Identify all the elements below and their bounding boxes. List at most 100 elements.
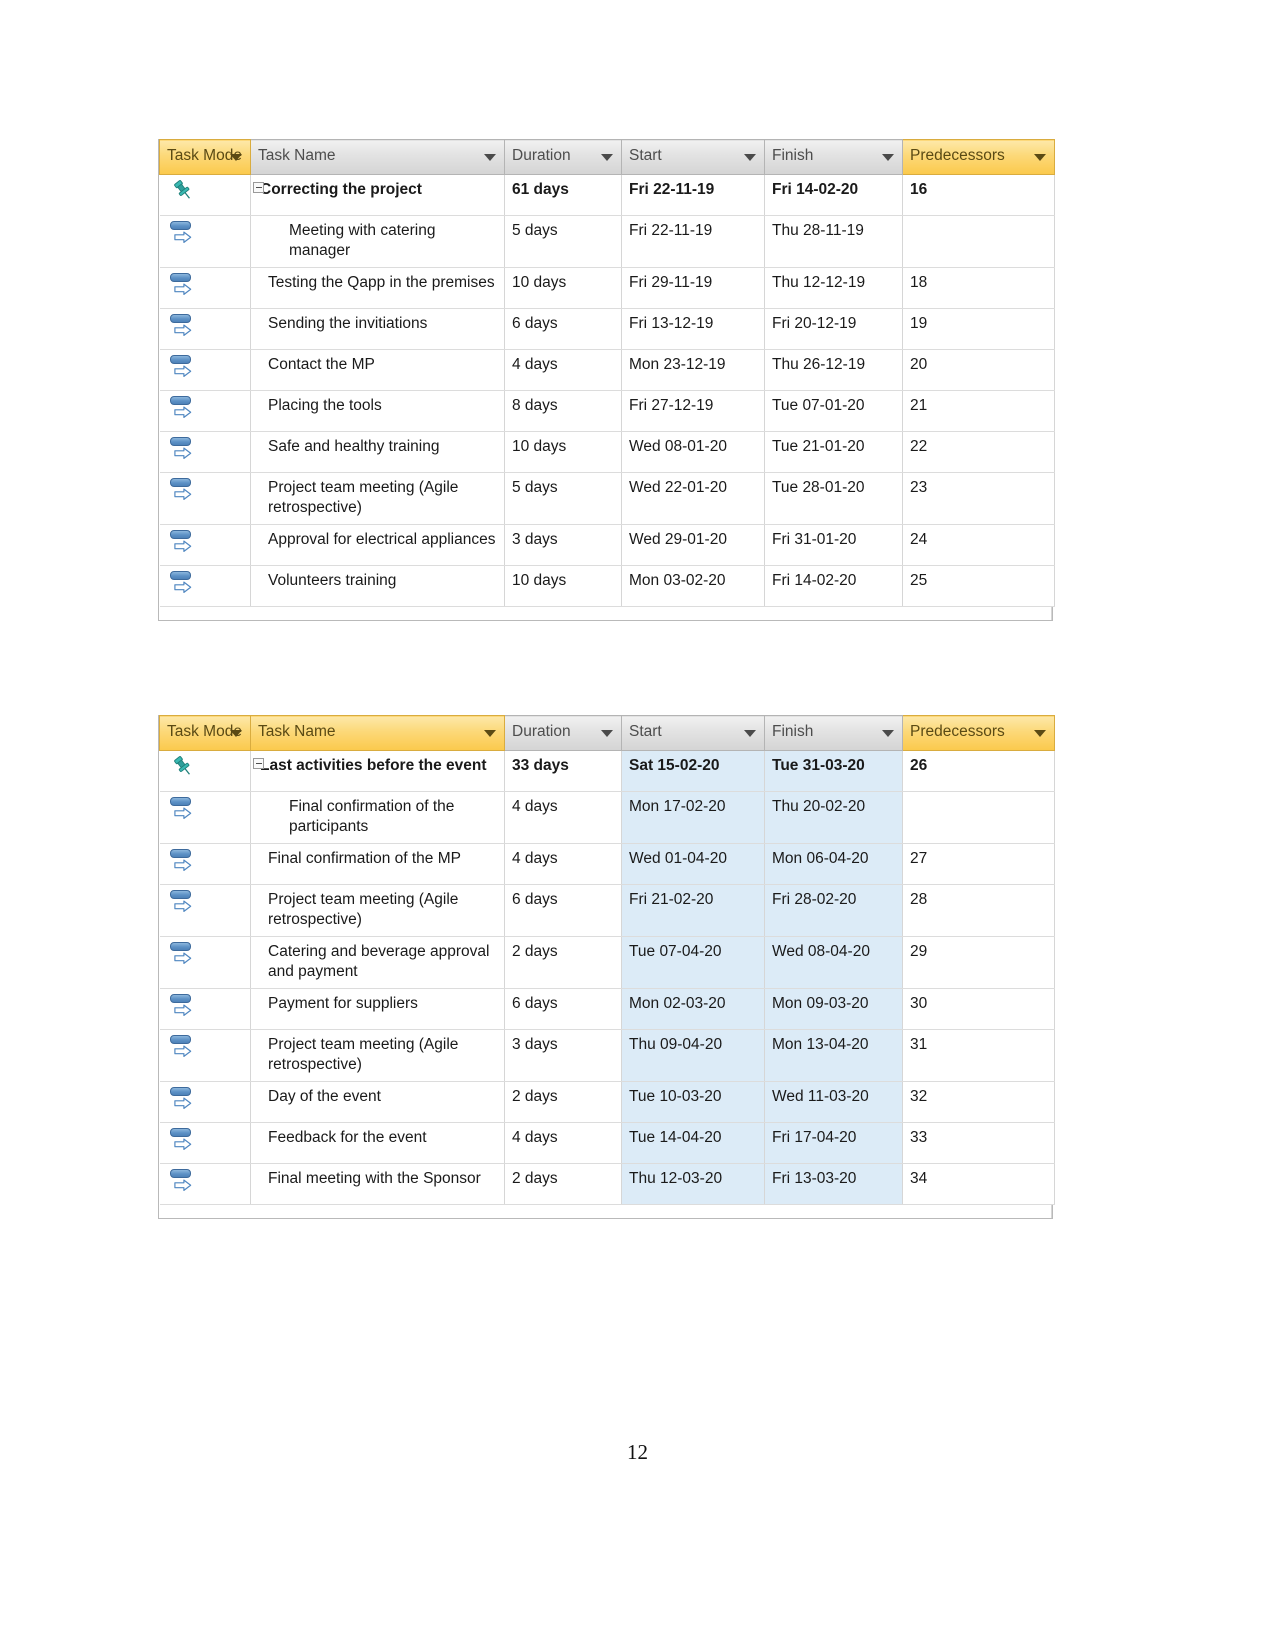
cell-task-name[interactable]: Safe and healthy training <box>250 431 505 473</box>
table-row[interactable]: Placing the tools 8 days Fri 27-12-19 Tue 0… <box>159 390 1055 432</box>
table-row[interactable]: Volunteers training 10 days Mon 03-02-20 Fr… <box>159 565 1055 607</box>
auto-schedule-icon[interactable] <box>168 529 202 555</box>
cell-task-mode[interactable] <box>159 1081 251 1123</box>
cell-start[interactable]: Wed 22-01-20 <box>621 472 765 525</box>
cell-task-mode[interactable] <box>159 843 251 885</box>
cell-duration[interactable]: 33 days <box>504 750 622 792</box>
cell-task-mode[interactable] <box>159 750 251 792</box>
pin-icon[interactable] <box>168 179 202 205</box>
column-header-duration[interactable]: Duration <box>504 139 622 175</box>
cell-start[interactable]: Fri 13-12-19 <box>621 308 765 350</box>
cell-finish[interactable]: Mon 13-04-20 <box>764 1029 903 1082</box>
chevron-down-icon[interactable] <box>601 154 613 161</box>
chevron-down-icon[interactable] <box>1034 730 1046 737</box>
chevron-down-icon[interactable] <box>601 730 613 737</box>
cell-predecessors[interactable] <box>902 215 1055 268</box>
cell-duration[interactable]: 8 days <box>504 390 622 432</box>
cell-task-mode[interactable] <box>159 1163 251 1205</box>
cell-task-name[interactable]: Approval for electrical appliances <box>250 524 505 566</box>
cell-predecessors[interactable]: 32 <box>902 1081 1055 1123</box>
cell-task-mode[interactable] <box>159 349 251 391</box>
cell-task-mode[interactable] <box>159 472 251 525</box>
chevron-down-icon[interactable] <box>230 730 242 737</box>
cell-task-mode[interactable] <box>159 791 251 844</box>
chevron-down-icon[interactable] <box>744 154 756 161</box>
cell-predecessors[interactable]: 30 <box>902 988 1055 1030</box>
table-row[interactable]: Final meeting with the Sponsor 2 days Thu … <box>159 1163 1055 1205</box>
cell-start[interactable]: Mon 23-12-19 <box>621 349 765 391</box>
table-row[interactable]: Final confirmation of the participants 4 … <box>159 791 1055 844</box>
cell-finish[interactable]: Tue 21-01-20 <box>764 431 903 473</box>
cell-task-name[interactable]: Project team meeting (Agile retrospectiv… <box>250 472 505 525</box>
chevron-down-icon[interactable] <box>882 154 894 161</box>
cell-task-name[interactable]: Feedback for the event <box>250 1122 505 1164</box>
table-row[interactable]: Contact the MP 4 days Mon 23-12-19 Thu 26-1… <box>159 349 1055 391</box>
cell-start[interactable]: Fri 27-12-19 <box>621 390 765 432</box>
cell-start[interactable]: Mon 17-02-20 <box>621 791 765 844</box>
cell-task-mode[interactable] <box>159 215 251 268</box>
column-header-finish[interactable]: Finish <box>764 139 903 175</box>
cell-task-name[interactable]: Volunteers training <box>250 565 505 607</box>
chevron-down-icon[interactable] <box>484 154 496 161</box>
cell-finish[interactable]: Fri 28-02-20 <box>764 884 903 937</box>
auto-schedule-icon[interactable] <box>168 1127 202 1153</box>
cell-task-name[interactable]: Day of the event <box>250 1081 505 1123</box>
cell-finish[interactable]: Thu 26-12-19 <box>764 349 903 391</box>
chevron-down-icon[interactable] <box>744 730 756 737</box>
cell-duration[interactable]: 4 days <box>504 1122 622 1164</box>
auto-schedule-icon[interactable] <box>168 436 202 462</box>
collapse-icon[interactable] <box>253 182 264 193</box>
cell-duration[interactable]: 2 days <box>504 936 622 989</box>
cell-task-mode[interactable] <box>159 390 251 432</box>
cell-duration[interactable]: 10 days <box>504 267 622 309</box>
cell-start[interactable]: Mon 02-03-20 <box>621 988 765 1030</box>
cell-finish[interactable]: Wed 11-03-20 <box>764 1081 903 1123</box>
cell-start[interactable]: Fri 22-11-19 <box>621 174 765 216</box>
auto-schedule-icon[interactable] <box>168 1034 202 1060</box>
cell-predecessors[interactable]: 24 <box>902 524 1055 566</box>
auto-schedule-icon[interactable] <box>168 220 202 246</box>
auto-schedule-icon[interactable] <box>168 796 202 822</box>
chevron-down-icon[interactable] <box>882 730 894 737</box>
cell-start[interactable]: Wed 08-01-20 <box>621 431 765 473</box>
cell-duration[interactable]: 3 days <box>504 524 622 566</box>
cell-duration[interactable]: 4 days <box>504 843 622 885</box>
cell-duration[interactable]: 10 days <box>504 565 622 607</box>
cell-duration[interactable]: 5 days <box>504 472 622 525</box>
table-row[interactable]: Day of the event 2 days Tue 10-03-20 Wed 11… <box>159 1081 1055 1123</box>
cell-task-name[interactable]: Placing the tools <box>250 390 505 432</box>
cell-task-name[interactable]: Project team meeting (Agile retrospectiv… <box>250 1029 505 1082</box>
cell-predecessors[interactable]: 19 <box>902 308 1055 350</box>
cell-start[interactable]: Tue 07-04-20 <box>621 936 765 989</box>
cell-predecessors[interactable]: 34 <box>902 1163 1055 1205</box>
cell-task-mode[interactable] <box>159 1122 251 1164</box>
cell-predecessors[interactable] <box>902 791 1055 844</box>
column-header-task-name[interactable]: Task Name <box>250 139 505 175</box>
cell-duration[interactable]: 2 days <box>504 1081 622 1123</box>
cell-predecessors[interactable]: 18 <box>902 267 1055 309</box>
table-row[interactable]: Meeting with catering manager 5 days Fri 2… <box>159 215 1055 268</box>
cell-finish[interactable]: Fri 20-12-19 <box>764 308 903 350</box>
auto-schedule-icon[interactable] <box>168 477 202 503</box>
cell-duration[interactable]: 6 days <box>504 308 622 350</box>
column-header-predecessors[interactable]: Predecessors <box>902 715 1055 751</box>
column-header-finish[interactable]: Finish <box>764 715 903 751</box>
cell-predecessors[interactable]: 16 <box>902 174 1055 216</box>
auto-schedule-icon[interactable] <box>168 889 202 915</box>
table-row[interactable]: Project team meeting (Agile retrospectiv… <box>159 884 1055 937</box>
cell-task-name[interactable]: Last activities before the event <box>250 750 505 792</box>
cell-duration[interactable]: 6 days <box>504 884 622 937</box>
cell-task-name[interactable]: Catering and beverage approval and payme… <box>250 936 505 989</box>
cell-task-mode[interactable] <box>159 1029 251 1082</box>
table-row[interactable]: Project team meeting (Agile retrospectiv… <box>159 472 1055 525</box>
cell-task-mode[interactable] <box>159 174 251 216</box>
cell-task-name[interactable]: Sending the invitiations <box>250 308 505 350</box>
column-header-task-mode[interactable]: Task Mode <box>159 715 251 751</box>
table-row[interactable]: Testing the Qapp in the premises 10 days F… <box>159 267 1055 309</box>
cell-finish[interactable]: Fri 14-02-20 <box>764 565 903 607</box>
table-row[interactable]: Final confirmation of the MP 4 days Wed 01… <box>159 843 1055 885</box>
cell-start[interactable]: Tue 10-03-20 <box>621 1081 765 1123</box>
pin-icon[interactable] <box>168 755 202 781</box>
cell-finish[interactable]: Tue 31-03-20 <box>764 750 903 792</box>
column-header-duration[interactable]: Duration <box>504 715 622 751</box>
